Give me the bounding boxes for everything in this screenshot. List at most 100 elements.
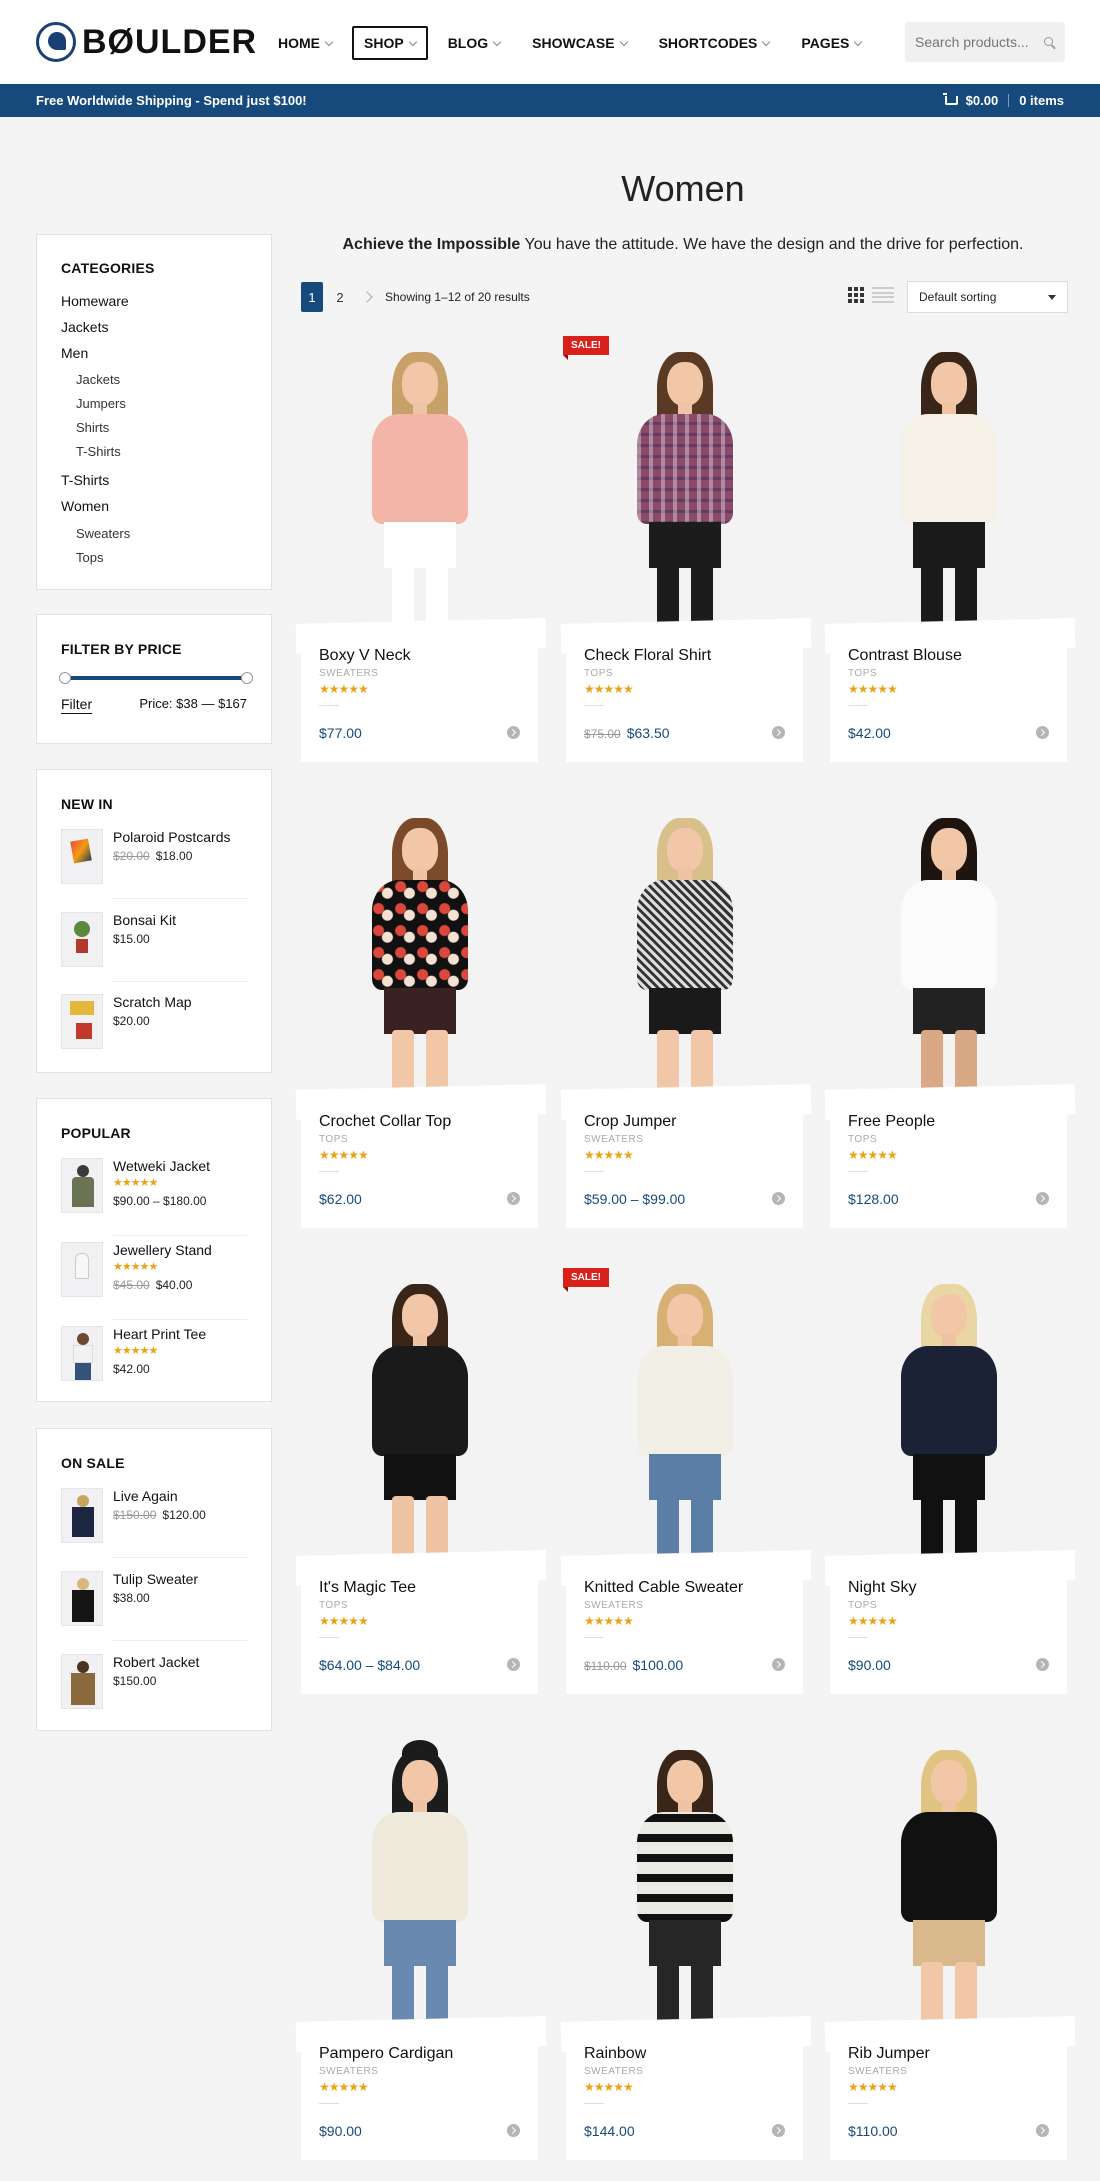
arrow-right-circle-icon[interactable] xyxy=(507,726,520,739)
product-card[interactable]: Boxy V Neck SWEATERS ★★★★★ $77.00 xyxy=(295,326,547,762)
product-name[interactable]: Bonsai Kit xyxy=(113,912,176,928)
product-title[interactable]: Boxy V Neck xyxy=(319,647,411,665)
product-card[interactable]: SALE! Knitted Cable Sweater SWEATERS ★★★… xyxy=(560,1258,812,1694)
category-men[interactable]: Men xyxy=(61,345,88,361)
category-men-jackets[interactable]: Jackets xyxy=(76,372,120,387)
category-men-jumpers[interactable]: Jumpers xyxy=(76,396,126,411)
product-card[interactable]: Rib Jumper SWEATERS ★★★★★ $110.00 xyxy=(824,1724,1076,2160)
product-image[interactable] xyxy=(830,1724,1067,2029)
arrow-right-circle-icon[interactable] xyxy=(507,2124,520,2137)
list-item[interactable]: Jewellery Stand ★★★★★ $45.00 $40.00 xyxy=(61,1242,247,1320)
product-image[interactable] xyxy=(301,326,538,631)
arrow-right-circle-icon[interactable] xyxy=(507,1658,520,1671)
grid-view-icon[interactable] xyxy=(848,287,864,303)
product-image[interactable] xyxy=(830,1258,1067,1563)
product-title[interactable]: Rainbow xyxy=(584,2045,646,2063)
category-homeware[interactable]: Homeware xyxy=(61,293,129,309)
product-card[interactable]: Pampero Cardigan SWEATERS ★★★★★ $90.00 xyxy=(295,1724,547,2160)
product-image[interactable] xyxy=(830,326,1067,631)
list-item[interactable]: Wetweki Jacket ★★★★★ $90.00 – $180.00 xyxy=(61,1158,247,1236)
product-category: TOPS xyxy=(848,1134,878,1145)
list-item[interactable]: Bonsai Kit $15.00 xyxy=(61,912,247,982)
list-item[interactable]: Live Again $150.00 $120.00 xyxy=(61,1488,247,1558)
product-card[interactable]: Contrast Blouse TOPS ★★★★★ $42.00 xyxy=(824,326,1076,762)
nav-pages[interactable]: PAGES xyxy=(789,26,873,60)
product-name[interactable]: Scratch Map xyxy=(113,994,192,1010)
category-men-tshirts[interactable]: T-Shirts xyxy=(76,444,121,459)
slider-handle-max[interactable] xyxy=(241,672,253,684)
product-name[interactable]: Live Again xyxy=(113,1488,178,1504)
arrow-right-circle-icon[interactable] xyxy=(1036,2124,1049,2137)
search-input[interactable] xyxy=(915,34,1035,50)
product-title[interactable]: Pampero Cardigan xyxy=(319,2045,453,2063)
product-name[interactable]: Polaroid Postcards xyxy=(113,829,231,845)
arrow-right-circle-icon[interactable] xyxy=(507,1192,520,1205)
product-image[interactable] xyxy=(301,1724,538,2029)
list-item[interactable]: Robert Jacket $150.00 xyxy=(61,1654,247,1709)
arrow-right-circle-icon[interactable] xyxy=(772,1192,785,1205)
page-1[interactable]: 1 xyxy=(301,282,323,312)
product-image[interactable] xyxy=(566,1258,803,1563)
product-image[interactable] xyxy=(566,1724,803,2029)
arrow-right-circle-icon[interactable] xyxy=(1036,1658,1049,1671)
current-price: $144.00 xyxy=(584,2123,635,2139)
category-men-shirts[interactable]: Shirts xyxy=(76,420,109,435)
product-title[interactable]: Crop Jumper xyxy=(584,1113,676,1131)
arrow-right-circle-icon[interactable] xyxy=(1036,726,1049,739)
product-name[interactable]: Jewellery Stand xyxy=(113,1242,212,1258)
product-title[interactable]: Crochet Collar Top xyxy=(319,1113,451,1131)
arrow-right-circle-icon[interactable] xyxy=(772,1658,785,1671)
product-image[interactable] xyxy=(301,792,538,1097)
product-name[interactable]: Tulip Sweater xyxy=(113,1571,198,1587)
product-category: TOPS xyxy=(848,668,878,679)
category-women[interactable]: Women xyxy=(61,498,109,514)
nav-blog[interactable]: BLOG xyxy=(436,26,512,60)
list-item[interactable]: Scratch Map $20.00 xyxy=(61,994,247,1049)
product-title[interactable]: Check Floral Shirt xyxy=(584,647,711,665)
list-item[interactable]: Tulip Sweater $38.00 xyxy=(61,1571,247,1641)
category-women-tops[interactable]: Tops xyxy=(76,550,103,565)
slider-handle-min[interactable] xyxy=(59,672,71,684)
product-name[interactable]: Robert Jacket xyxy=(113,1654,199,1670)
product-title[interactable]: It's Magic Tee xyxy=(319,1579,416,1597)
arrow-right-circle-icon[interactable] xyxy=(772,2124,785,2137)
search-icon[interactable] xyxy=(1044,37,1053,46)
nav-shortcodes[interactable]: SHORTCODES xyxy=(647,26,782,60)
product-title[interactable]: Contrast Blouse xyxy=(848,647,962,665)
category-women-sweaters[interactable]: Sweaters xyxy=(76,526,130,541)
chevron-right-icon[interactable] xyxy=(361,291,373,303)
list-item[interactable]: Polaroid Postcards $20.00 $18.00 xyxy=(61,829,247,899)
product-image[interactable] xyxy=(830,792,1067,1097)
product-name[interactable]: Heart Print Tee xyxy=(113,1326,206,1342)
list-item[interactable]: Heart Print Tee ★★★★★ $42.00 xyxy=(61,1326,247,1381)
category-jackets[interactable]: Jackets xyxy=(61,319,108,335)
product-title[interactable]: Free People xyxy=(848,1113,935,1131)
nav-shop[interactable]: SHOP xyxy=(352,26,428,60)
nav-showcase[interactable]: SHOWCASE xyxy=(520,26,638,60)
arrow-right-circle-icon[interactable] xyxy=(1036,1192,1049,1205)
list-view-icon[interactable] xyxy=(872,287,894,303)
product-title[interactable]: Night Sky xyxy=(848,1579,916,1597)
price-slider[interactable] xyxy=(59,672,253,684)
nav-home[interactable]: HOME xyxy=(266,26,344,60)
product-image[interactable] xyxy=(566,326,803,631)
product-card[interactable]: Crop Jumper SWEATERS ★★★★★ $59.00 – $99.… xyxy=(560,792,812,1228)
product-card[interactable]: SALE! Check Floral Shirt TOPS ★★★★★ $75.… xyxy=(560,326,812,762)
site-logo[interactable]: BØULDER xyxy=(36,22,257,62)
product-card[interactable]: Rainbow SWEATERS ★★★★★ $144.00 xyxy=(560,1724,812,2160)
product-name[interactable]: Wetweki Jacket xyxy=(113,1158,210,1174)
product-card[interactable]: Free People TOPS ★★★★★ $128.00 xyxy=(824,792,1076,1228)
product-image[interactable] xyxy=(301,1258,538,1563)
arrow-right-circle-icon[interactable] xyxy=(772,726,785,739)
product-title[interactable]: Rib Jumper xyxy=(848,2045,930,2063)
product-card[interactable]: It's Magic Tee TOPS ★★★★★ $64.00 – $84.0… xyxy=(295,1258,547,1694)
category-tshirts[interactable]: T-Shirts xyxy=(61,472,109,488)
page-2[interactable]: 2 xyxy=(329,282,351,312)
product-card[interactable]: Crochet Collar Top TOPS ★★★★★ $62.00 xyxy=(295,792,547,1228)
product-title[interactable]: Knitted Cable Sweater xyxy=(584,1579,743,1597)
product-image[interactable] xyxy=(566,792,803,1097)
mini-cart[interactable]: $0.00 0 items xyxy=(942,93,1064,108)
product-card[interactable]: Night Sky TOPS ★★★★★ $90.00 xyxy=(824,1258,1076,1694)
sort-select[interactable]: Default sorting xyxy=(907,281,1068,313)
filter-button[interactable]: Filter xyxy=(61,696,93,714)
